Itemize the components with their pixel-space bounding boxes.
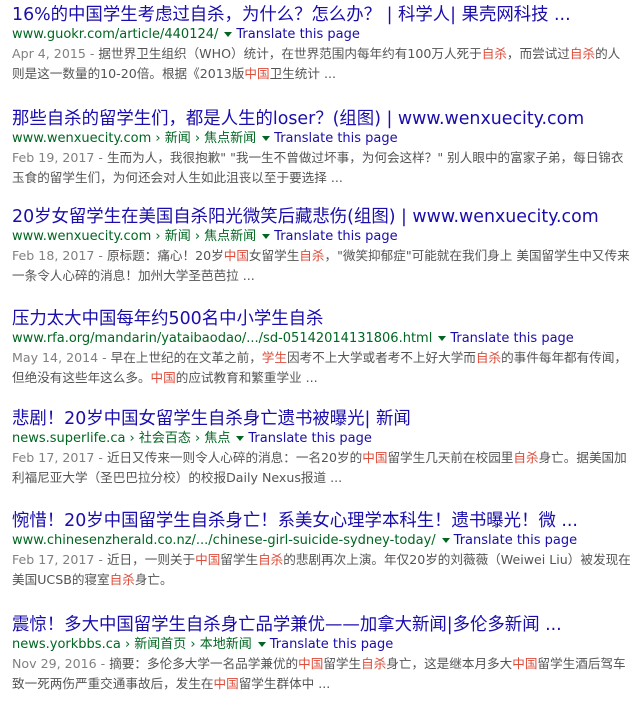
keyword-highlight: 中国 xyxy=(150,370,176,385)
url-dropdown-caret-icon[interactable] xyxy=(438,335,447,341)
result-date: Feb 17, 2017 - xyxy=(12,552,107,567)
translate-link[interactable]: Translate this page xyxy=(270,637,393,652)
keyword-highlight: 自杀 xyxy=(513,450,539,465)
keyword-highlight: 中国 xyxy=(298,656,324,671)
result-snippet: May 14, 2014 - 早在上世纪的在文革之前，学生因考不上大学或者考不上… xyxy=(12,348,632,388)
search-result: 压力太大中国每年约500名中小学生自杀 www.rfa.org/mandarin… xyxy=(12,286,632,388)
result-snippet: Feb 17, 2017 - 近日，一则关于中国留学生自杀的悲剧再次上演。年仅2… xyxy=(12,550,632,590)
result-url-line: news.yorkbbs.ca › 新闻首页 › 本地新闻 Translate t… xyxy=(12,636,632,654)
result-url-line: news.superlife.ca › 社会百态 › 焦点 Translate t… xyxy=(12,430,632,448)
search-results: 16%的中国学生考虑过自杀，为什么？怎么办？ | 科学人| 果壳网科技 ... … xyxy=(0,0,644,694)
snippet-text: 早在上世纪的在文革之前， xyxy=(110,350,262,365)
result-url-line: www.wenxuecity.com › 新闻 › 焦点新闻 Translate … xyxy=(12,228,632,246)
translate-link[interactable]: Translate this page xyxy=(274,229,397,244)
keyword-highlight: 自杀 xyxy=(299,248,325,263)
snippet-text: 留学生 xyxy=(220,552,259,567)
result-snippet: Feb 19, 2017 - 生而为人，我很抱歉" "我一生不曾做过坏事，为何会… xyxy=(12,148,632,188)
snippet-text: 原标题：痛心！20岁 xyxy=(106,248,224,263)
result-date: Nov 29, 2016 - xyxy=(12,656,110,671)
snippet-text: 身亡，这是继本月多大 xyxy=(386,656,513,671)
result-date: Apr 4, 2015 - xyxy=(12,46,99,61)
keyword-highlight: 中国 xyxy=(223,248,249,263)
translate-link[interactable]: Translate this page xyxy=(248,431,371,446)
keyword-highlight: 中国 xyxy=(512,656,538,671)
translate-link[interactable]: Translate this page xyxy=(454,533,577,548)
result-url-line: www.guokr.com/article/440124/Translate t… xyxy=(12,26,632,44)
url-dropdown-caret-icon[interactable] xyxy=(441,537,450,543)
snippet-text: 留学生群体中 ... xyxy=(238,676,331,691)
result-url: www.guokr.com/article/440124/ xyxy=(12,27,219,42)
url-dropdown-caret-icon[interactable] xyxy=(224,31,233,37)
result-date: Feb 17, 2017 - xyxy=(12,450,107,465)
result-snippet: Apr 4, 2015 - 据世界卫生组织（WHO）统计，在世界范围内每年约有1… xyxy=(12,44,632,84)
url-dropdown-caret-icon[interactable] xyxy=(236,435,245,441)
result-url: www.wenxuecity.com › 新闻 › 焦点新闻 xyxy=(12,131,257,146)
result-title-link[interactable]: 那些自杀的留学生们，都是人生的loser？(组图) | www.wenxueci… xyxy=(12,108,632,130)
result-url-line: www.wenxuecity.com › 新闻 › 焦点新闻 Translate … xyxy=(12,130,632,148)
snippet-text: 近日又传来一则令人心碎的消息：一名20岁的 xyxy=(106,450,363,465)
url-dropdown-caret-icon[interactable] xyxy=(257,641,266,647)
keyword-highlight: 中国 xyxy=(244,66,270,81)
result-url: news.yorkbbs.ca › 新闻首页 › 本地新闻 xyxy=(12,637,252,652)
snippet-text: ，而尝试过 xyxy=(506,46,570,61)
result-title-link[interactable]: 悲剧！20岁中国女留学生自杀身亡遗书被曝光| 新闻 xyxy=(12,408,632,430)
result-date: May 14, 2014 - xyxy=(12,350,111,365)
keyword-highlight: 自杀 xyxy=(109,572,135,587)
result-url: www.chinesenzherald.co.nz/.../chinese-gi… xyxy=(12,533,436,548)
result-url: www.wenxuecity.com › 新闻 › 焦点新闻 xyxy=(12,229,257,244)
result-snippet: Feb 18, 2017 - 原标题：痛心！20岁中国女留学生自杀，"微笑抑郁症… xyxy=(12,246,632,286)
keyword-highlight: 自杀 xyxy=(481,46,507,61)
snippet-text: 因考不上大学或者考不上好大学而 xyxy=(286,350,476,365)
snippet-text: 女留学生 xyxy=(248,248,300,263)
result-date: Feb 18, 2017 - xyxy=(12,248,107,263)
result-url-line: www.chinesenzherald.co.nz/.../chinese-gi… xyxy=(12,532,632,550)
translate-link[interactable]: Translate this page xyxy=(236,27,359,42)
keyword-highlight: 学生 xyxy=(261,350,287,365)
snippet-text: 留学生几天前在校园里 xyxy=(387,450,514,465)
snippet-text: 留学生 xyxy=(323,656,362,671)
url-dropdown-caret-icon[interactable] xyxy=(262,135,271,141)
keyword-highlight: 中国 xyxy=(362,450,388,465)
snippet-text: 卫生统计 ... xyxy=(269,66,336,81)
translate-link[interactable]: Translate this page xyxy=(450,331,573,346)
translate-link[interactable]: Translate this page xyxy=(274,131,397,146)
search-result: 悲剧！20岁中国女留学生自杀身亡遗书被曝光| 新闻 news.superlife… xyxy=(12,388,632,488)
keyword-highlight: 自杀 xyxy=(569,46,596,61)
result-snippet: Feb 17, 2017 - 近日又传来一则令人心碎的消息：一名20岁的中国留学… xyxy=(12,448,632,488)
result-title-link[interactable]: 压力太大中国每年约500名中小学生自杀 xyxy=(12,308,632,330)
result-snippet: Nov 29, 2016 - 摘要：多伦多大学一名品学兼优的中国留学生自杀身亡，… xyxy=(12,654,632,694)
snippet-text: 身亡。 xyxy=(134,572,173,587)
result-title-link[interactable]: 惋惜！20岁中国留学生自杀身亡！系美女心理学本科生！遗书曝光！微 ... xyxy=(12,510,632,532)
keyword-highlight: 自杀 xyxy=(475,350,502,365)
search-result: 16%的中国学生考虑过自杀，为什么？怎么办？ | 科学人| 果壳网科技 ... … xyxy=(12,0,632,84)
result-title-link[interactable]: 20岁女留学生在美国自杀阳光微笑后藏悲伤(组图) | www.wenxuecit… xyxy=(12,206,632,228)
result-title-link[interactable]: 震惊！多大中国留学生自杀身亡品学兼优——加拿大新闻|多伦多新闻 ... xyxy=(12,614,632,636)
result-title-link[interactable]: 16%的中国学生考虑过自杀，为什么？怎么办？ | 科学人| 果壳网科技 ... xyxy=(12,4,632,26)
snippet-text: 的应试教育和繁重学业 ... xyxy=(175,370,318,385)
result-date: Feb 19, 2017 - xyxy=(12,150,107,165)
snippet-text: 据世界卫生组织（WHO）统计，在世界范围内每年约有100万人死于 xyxy=(98,46,482,61)
keyword-highlight: 中国 xyxy=(195,552,221,567)
keyword-highlight: 中国 xyxy=(213,676,239,691)
result-url-line: www.rfa.org/mandarin/yataibaodao/.../sd-… xyxy=(12,330,632,348)
keyword-highlight: 自杀 xyxy=(361,656,387,671)
search-result: 20岁女留学生在美国自杀阳光微笑后藏悲伤(组图) | www.wenxuecit… xyxy=(12,188,632,286)
keyword-highlight: 自杀 xyxy=(258,552,284,567)
result-url: www.rfa.org/mandarin/yataibaodao/.../sd-… xyxy=(12,331,433,346)
url-dropdown-caret-icon[interactable] xyxy=(262,233,271,239)
search-result: 惋惜！20岁中国留学生自杀身亡！系美女心理学本科生！遗书曝光！微 ... www… xyxy=(12,488,632,590)
snippet-text: 摘要：多伦多大学一名品学兼优的 xyxy=(109,656,299,671)
search-result: 那些自杀的留学生们，都是人生的loser？(组图) | www.wenxueci… xyxy=(12,84,632,188)
result-url: news.superlife.ca › 社会百态 › 焦点 xyxy=(12,431,231,446)
search-result: 震惊！多大中国留学生自杀身亡品学兼优——加拿大新闻|多伦多新闻 ... news… xyxy=(12,590,632,694)
snippet-text: 近日，一则关于 xyxy=(106,552,196,567)
